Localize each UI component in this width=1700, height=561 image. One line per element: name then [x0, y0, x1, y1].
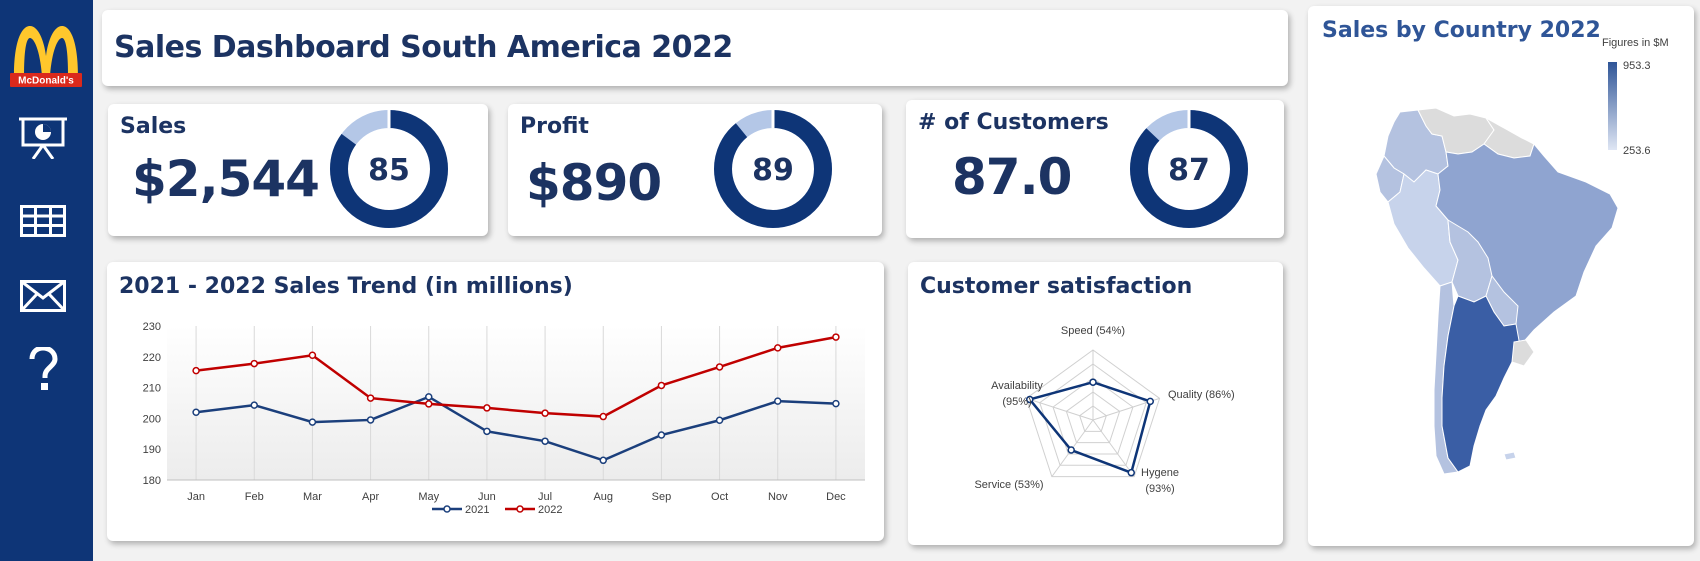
map-country-falklands[interactable] — [1503, 451, 1517, 461]
sales-trend-card: 2021 - 2022 Sales Trend (in millions) 18… — [107, 262, 884, 541]
radar-axis-label: Hygene — [1141, 467, 1179, 479]
radar-point — [1127, 468, 1136, 477]
kpi-donut: 87 — [1130, 110, 1248, 228]
data-point-2021 — [774, 397, 782, 405]
data-point-2022 — [250, 359, 258, 368]
data-point-2022 — [832, 333, 840, 341]
data-point-2022 — [483, 404, 491, 412]
data-point-2021 — [832, 399, 840, 408]
radar-point — [1089, 378, 1097, 386]
radar-axis-label: Speed (54%) — [1061, 325, 1125, 337]
x-tick-label: May — [418, 491, 439, 503]
data-point-2021 — [308, 418, 317, 426]
data-point-2021 — [541, 437, 549, 445]
kpi-title: Sales — [120, 114, 187, 139]
y-tick-label: 200 — [143, 413, 161, 425]
kpi-value: $890 — [526, 154, 662, 212]
data-point-2021 — [483, 427, 491, 436]
donut-percent-label: 87 — [1168, 153, 1210, 188]
map-legend-title: Figures in $M — [1602, 37, 1669, 49]
x-tick-label: Sep — [652, 491, 672, 503]
y-tick-label: 180 — [143, 475, 161, 487]
y-tick-label: 220 — [143, 352, 161, 364]
table-grid-icon[interactable] — [18, 196, 68, 246]
sales-trend-chart: 180 190 200 210 220 230 Jan Feb Mar Apr May Jun Jul A… — [143, 321, 865, 516]
map-legend-max: 953.3 — [1623, 60, 1651, 72]
radar-axis-label: Availability — [991, 380, 1043, 392]
kpi-title: Profit — [520, 114, 589, 139]
legend-label-2022: 2022 — [538, 504, 562, 516]
x-tick-label: Mar — [303, 491, 322, 503]
donut-percent-label: 85 — [368, 153, 410, 188]
data-point-2022 — [774, 344, 782, 352]
x-tick-label: Jun — [478, 491, 496, 503]
x-tick-label: Apr — [362, 491, 379, 503]
data-point-2021 — [657, 431, 666, 439]
data-point-2022 — [715, 363, 724, 371]
map-legend-min: 253.6 — [1623, 145, 1651, 157]
kpi-card-customers: # of Customers 87.0 87 — [906, 100, 1284, 238]
data-point-2021 — [250, 401, 258, 409]
data-point-2021 — [366, 416, 375, 424]
kpi-donut: 85 — [330, 110, 448, 228]
legend-marker-2022 — [516, 505, 524, 513]
envelope-icon[interactable] — [18, 271, 68, 321]
customer-satisfaction-card: Customer satisfaction Speed (54%) Quality… — [908, 262, 1283, 545]
radar-point — [1067, 446, 1075, 454]
plot-area — [167, 326, 865, 480]
kpi-value: 87.0 — [952, 148, 1072, 206]
data-point-2022 — [192, 366, 200, 375]
x-tick-label: Aug — [593, 491, 613, 503]
x-tick-label: Feb — [245, 491, 264, 503]
sidebar: McDonald's — [0, 0, 93, 561]
radar-point — [1146, 397, 1155, 406]
data-point-2022 — [541, 409, 549, 417]
radar-axis-label: Service (53%) — [974, 479, 1043, 491]
x-tick-label: Jan — [187, 491, 205, 503]
data-point-2021 — [425, 393, 433, 401]
kpi-card-sales: Sales $2,544 85 — [108, 104, 488, 236]
kpi-title: # of Customers — [918, 110, 1109, 135]
x-tick-label: Oct — [711, 491, 728, 503]
svg-text:McDonald's: McDonald's — [18, 76, 74, 87]
legend-label-2021: 2021 — [465, 504, 489, 516]
radar-axis-value-label: (93%) — [1145, 483, 1174, 495]
x-tick-label: Jul — [538, 491, 552, 503]
south-america-map: Figures in $M 953.3 253.6 — [1375, 37, 1669, 475]
map-legend-scale — [1608, 62, 1617, 150]
data-point-2021 — [715, 416, 724, 424]
map-country-uruguay[interactable] — [1511, 339, 1535, 367]
y-tick-label: 210 — [143, 383, 161, 395]
donut-percent-label: 89 — [752, 153, 794, 188]
y-tick-label: 230 — [143, 321, 161, 333]
data-point-2021 — [192, 408, 200, 416]
kpi-card-profit: Profit $890 89 — [508, 104, 882, 236]
x-tick-label: Dec — [826, 491, 846, 503]
data-point-2022 — [425, 400, 433, 408]
page-title: Sales Dashboard South America 2022 — [114, 30, 733, 65]
legend-marker-2021 — [443, 505, 451, 513]
data-point-2022 — [599, 412, 607, 421]
title-card: Sales Dashboard South America 2022 — [102, 10, 1288, 86]
question-mark-icon[interactable] — [18, 344, 68, 394]
data-point-2022 — [308, 351, 317, 360]
kpi-value: $2,544 — [132, 150, 320, 208]
customer-satisfaction-radar: Speed (54%) Quality (86%) Hygene (93%) Servi… — [974, 325, 1235, 495]
presentation-chart-icon[interactable] — [18, 112, 68, 162]
data-point-2021 — [599, 456, 607, 465]
data-point-2022 — [657, 381, 666, 390]
kpi-donut: 89 — [714, 110, 832, 228]
radar-axis-label: Quality (86%) — [1168, 389, 1235, 401]
radar-axis-value-label: (95%) — [1002, 396, 1031, 408]
y-tick-label: 190 — [143, 444, 161, 456]
mcdonalds-logo: McDonald's — [10, 26, 82, 87]
sales-by-country-card: Sales by Country 2022 Figures in $M 953.… — [1308, 6, 1694, 546]
x-tick-label: Nov — [768, 491, 788, 503]
data-point-2022 — [366, 394, 375, 402]
